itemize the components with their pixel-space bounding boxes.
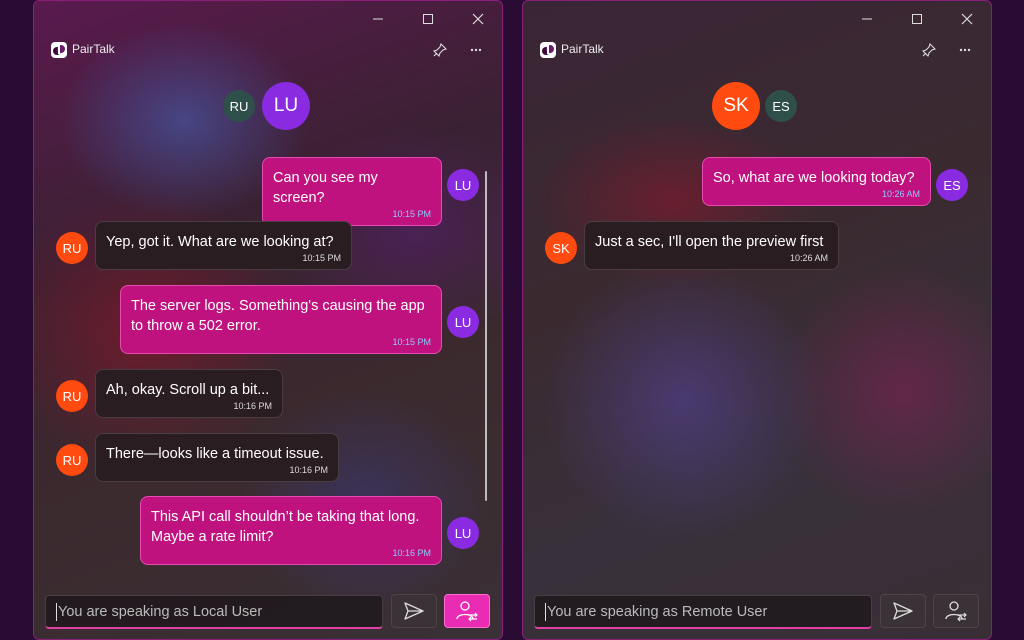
- message-text: There—looks like a timeout issue.: [106, 446, 324, 462]
- pin-button[interactable]: [429, 39, 451, 61]
- message-text: So, what are we looking today?: [713, 170, 915, 186]
- message-time: 10:15 PM: [392, 337, 431, 347]
- chat-window-local: PairTalk RU LU Can you see my screen? 10…: [33, 0, 503, 640]
- message-time: 10:16 PM: [289, 465, 328, 475]
- send-icon: [404, 602, 424, 620]
- message-text: The server logs. Something's causing the…: [131, 298, 425, 314]
- message-bubble: The server logs. Something's causing the…: [120, 285, 442, 354]
- switch-user-button[interactable]: [933, 594, 979, 628]
- switch-user-icon: [945, 601, 967, 622]
- minimize-icon: [373, 18, 383, 20]
- send-button[interactable]: [880, 594, 926, 628]
- message-time: 10:15 PM: [302, 253, 341, 263]
- participant-avatar-self: SK: [712, 82, 760, 130]
- message-text: This API call shouldn’t be taking that l…: [151, 509, 420, 525]
- message-text: Can you see my screen?: [273, 170, 378, 206]
- minimize-button[interactable]: [366, 7, 390, 31]
- more-options-button[interactable]: [954, 39, 976, 61]
- message-avatar: LU: [447, 169, 479, 201]
- message-input[interactable]: [547, 603, 861, 620]
- send-icon: [893, 602, 913, 620]
- message-avatar: SK: [545, 232, 577, 264]
- more-options-button[interactable]: [465, 39, 487, 61]
- message-avatar: RU: [56, 232, 88, 264]
- message-text: Just a sec, I'll open the preview first: [595, 234, 824, 250]
- participant-avatar-remote: RU: [223, 90, 255, 122]
- message-avatar: ES: [936, 169, 968, 201]
- close-icon: [961, 13, 973, 25]
- message-text: Maybe a rate limit?: [151, 529, 274, 545]
- message-avatar: RU: [56, 444, 88, 476]
- message-input-field[interactable]: [45, 595, 383, 629]
- app-logo-icon: [540, 42, 556, 58]
- close-icon: [472, 13, 484, 25]
- text-caret: [545, 602, 546, 621]
- text-caret: [56, 602, 57, 621]
- message-avatar: RU: [56, 380, 88, 412]
- pin-button[interactable]: [918, 39, 940, 61]
- participant-avatar-self: LU: [262, 82, 310, 130]
- message-text: Yep, got it. What are we looking at?: [106, 234, 334, 250]
- maximize-icon: [912, 14, 922, 24]
- app-logo-icon: [51, 42, 67, 58]
- message-text: to throw a 502 error.: [131, 318, 261, 334]
- maximize-button[interactable]: [416, 7, 440, 31]
- message-bubble: Ah, okay. Scroll up a bit... 10:16 PM: [95, 369, 283, 418]
- maximize-icon: [423, 14, 433, 24]
- message-bubble: This API call shouldn’t be taking that l…: [140, 496, 442, 565]
- more-icon: [959, 48, 971, 52]
- participant-avatar-remote: ES: [765, 90, 797, 122]
- pin-icon: [922, 43, 936, 57]
- pin-icon: [433, 43, 447, 57]
- message-avatar: LU: [447, 517, 479, 549]
- message-input-field[interactable]: [534, 595, 872, 629]
- close-button[interactable]: [955, 7, 979, 31]
- chat-window-remote: PairTalk SK ES So, what are we looking t…: [522, 0, 992, 640]
- more-icon: [470, 48, 482, 52]
- message-time: 10:26 AM: [881, 189, 920, 199]
- switch-user-button[interactable]: [444, 594, 490, 628]
- message-bubble: Can you see my screen? 10:15 PM: [262, 157, 442, 226]
- app-title: PairTalk: [561, 42, 604, 56]
- message-bubble: So, what are we looking today? 10:26 AM: [702, 157, 931, 206]
- message-time: 10:15 PM: [392, 209, 431, 219]
- switch-user-icon: [456, 601, 478, 622]
- message-text: Ah, okay. Scroll up a bit...: [106, 382, 270, 398]
- send-button[interactable]: [391, 594, 437, 628]
- message-input[interactable]: [58, 603, 372, 620]
- message-bubble: Just a sec, I'll open the preview first …: [584, 221, 839, 270]
- message-time: 10:16 PM: [392, 548, 431, 558]
- message-time: 10:16 PM: [233, 401, 272, 411]
- message-time: 10:26 AM: [789, 253, 828, 263]
- maximize-button[interactable]: [905, 7, 929, 31]
- message-bubble: There—looks like a timeout issue. 10:16 …: [95, 433, 339, 482]
- minimize-button[interactable]: [855, 7, 879, 31]
- minimize-icon: [862, 18, 872, 20]
- scrollbar[interactable]: [485, 171, 487, 501]
- close-button[interactable]: [466, 7, 490, 31]
- app-title: PairTalk: [72, 42, 115, 56]
- message-avatar: LU: [447, 306, 479, 338]
- message-bubble: Yep, got it. What are we looking at? 10:…: [95, 221, 352, 270]
